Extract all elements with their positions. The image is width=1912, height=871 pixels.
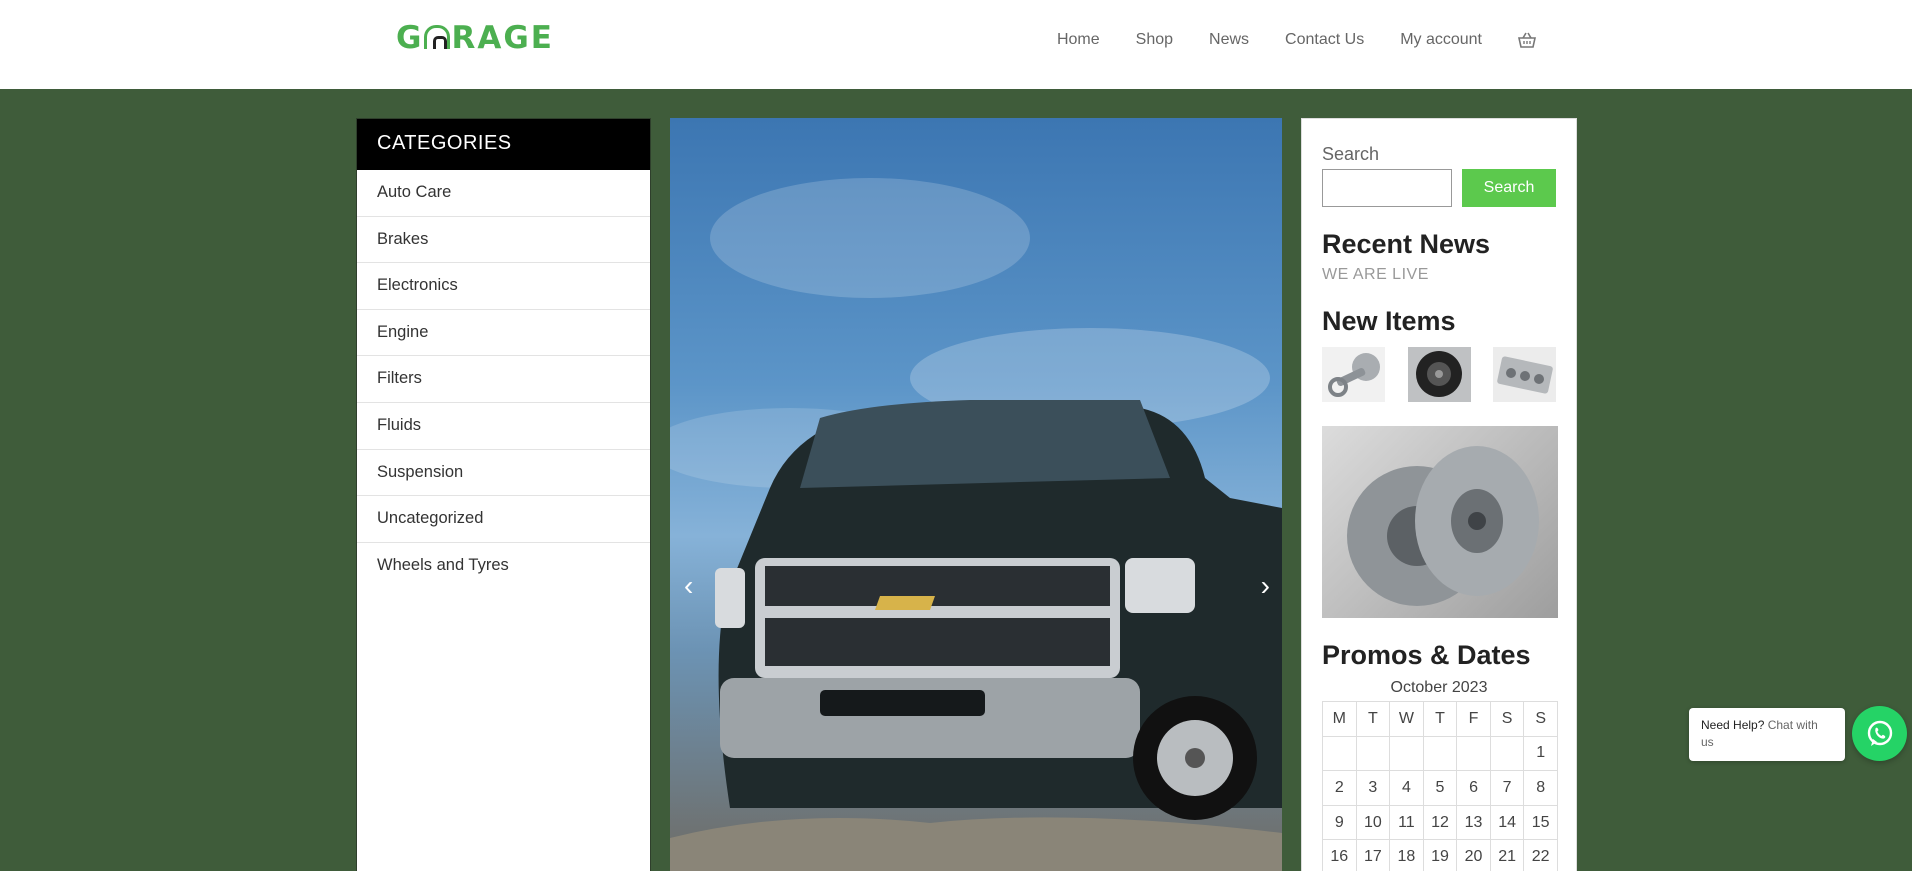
calendar-body: 1 2 3 4 5 6 7 8 9 10 11 12 13 14 15 16 17 18 19 20 21 22 (1322, 735, 1558, 871)
right-sidebar: Search Search Recent News WE ARE LIVE Ne… (1301, 118, 1577, 871)
weekday-header: T (1355, 701, 1391, 737)
calendar-day-cell[interactable]: 5 (1422, 770, 1458, 806)
calendar-day-cell[interactable] (1456, 735, 1491, 772)
calendar-day-cell[interactable]: 12 (1422, 804, 1458, 841)
categories-title: CATEGORIES (357, 119, 650, 170)
category-list: Auto Care Brakes Electronics Engine Filt… (357, 170, 650, 589)
calendar-day-cell[interactable] (1389, 735, 1424, 772)
calendar-day-cell[interactable]: 14 (1489, 804, 1525, 841)
calendar-day-cell[interactable]: 4 (1389, 770, 1424, 806)
site-header: G RAGE Home Shop News Contact Us My accou… (0, 0, 1912, 89)
cylinder-head-thumbnail[interactable] (1493, 347, 1556, 402)
whatsapp-icon[interactable] (1852, 706, 1907, 761)
calendar-week-row: 1 (1322, 735, 1558, 772)
garage-door-icon (424, 25, 451, 49)
weekday-header: F (1456, 701, 1491, 737)
calendar-day-cell[interactable]: 11 (1389, 804, 1424, 841)
category-suspension[interactable]: Suspension (357, 450, 650, 497)
chevron-right-icon[interactable]: › (1261, 570, 1270, 602)
calendar-day-cell[interactable]: 10 (1355, 804, 1391, 841)
piston-thumbnail[interactable] (1322, 347, 1385, 402)
category-uncategorized[interactable]: Uncategorized (357, 496, 650, 543)
nav-my-account[interactable]: My account (1400, 31, 1482, 49)
site-logo[interactable]: G RAGE (396, 20, 554, 56)
calendar-day-cell[interactable]: 1 (1523, 735, 1558, 772)
nav-contact-us[interactable]: Contact Us (1285, 31, 1364, 49)
search-button[interactable]: Search (1462, 169, 1556, 207)
calendar-day-cell[interactable]: 20 (1456, 839, 1491, 871)
chat-help-bold: Need Help? (1701, 718, 1765, 732)
nav-news[interactable]: News (1209, 31, 1249, 49)
search-form: Search (1322, 169, 1556, 207)
calendar-day-cell[interactable]: 17 (1355, 839, 1391, 871)
calendar-day-cell[interactable]: 8 (1523, 770, 1558, 806)
tire-thumbnail[interactable] (1407, 347, 1471, 402)
weekday-header: M (1322, 701, 1357, 737)
calendar-week-row: 16 17 18 19 20 21 22 (1322, 839, 1558, 871)
calendar-day-cell[interactable]: 16 (1322, 839, 1357, 871)
category-fluids[interactable]: Fluids (357, 403, 650, 450)
calendar-week-row: 9 10 11 12 13 14 15 (1322, 804, 1558, 841)
basket-icon[interactable] (1518, 32, 1536, 48)
calendar-day-cell[interactable] (1322, 735, 1357, 772)
calendar-day-cell[interactable]: 19 (1422, 839, 1458, 871)
calendar-day-cell[interactable] (1355, 735, 1391, 772)
calendar-day-cell[interactable]: 2 (1322, 770, 1357, 806)
calendar-day-cell[interactable]: 3 (1355, 770, 1391, 806)
brake-discs-promo-image[interactable] (1322, 426, 1558, 618)
hero-slider: ‹ › (670, 118, 1282, 871)
weekday-header: W (1389, 701, 1424, 737)
calendar-week-row: 2345678 (1322, 770, 1558, 806)
chat-help-bubble[interactable]: Need Help? Chat with us (1689, 708, 1845, 761)
calendar-day-cell[interactable]: 9 (1322, 804, 1357, 841)
search-label: Search (1322, 144, 1380, 164)
chevron-left-icon[interactable]: ‹ (684, 570, 693, 602)
weekday-header: T (1422, 701, 1458, 737)
nav-shop[interactable]: Shop (1136, 31, 1173, 49)
category-auto-care[interactable]: Auto Care (357, 170, 650, 217)
search-input[interactable] (1322, 169, 1452, 207)
category-brakes[interactable]: Brakes (357, 217, 650, 264)
promos-title: Promos & Dates (1322, 640, 1531, 670)
calendar-day-cell[interactable] (1422, 735, 1458, 772)
calendar-caption: October 2023 (1390, 679, 1488, 696)
calendar-day-cell[interactable]: 18 (1389, 839, 1424, 871)
calendar-day-cell[interactable]: 13 (1456, 804, 1491, 841)
category-engine[interactable]: Engine (357, 310, 650, 357)
category-electronics[interactable]: Electronics (357, 263, 650, 310)
calendar-day-cell[interactable]: 7 (1489, 770, 1525, 806)
weekday-header: S (1523, 701, 1558, 737)
calendar-day-cell[interactable]: 6 (1456, 770, 1491, 806)
category-wheels-and-tyres[interactable]: Wheels and Tyres (357, 543, 650, 590)
pickup-truck-image (670, 178, 1282, 871)
categories-panel: CATEGORIES Auto Care Brakes Electronics … (356, 118, 651, 871)
calendar: M T W T F S S 1 2 3 4 5 6 7 8 9 10 11 12 13 14 15 16 17 1… (1322, 701, 1558, 871)
calendar-day-cell[interactable] (1489, 735, 1525, 772)
recent-news-title: Recent News (1322, 229, 1491, 259)
main-nav: Home Shop News Contact Us My account (1057, 31, 1536, 49)
new-items-thumbnails (1322, 347, 1556, 402)
calendar-day-cell[interactable]: 15 (1523, 804, 1558, 841)
news-item-link[interactable]: WE ARE LIVE (1322, 266, 1556, 284)
weekday-header: S (1489, 701, 1525, 737)
category-filters[interactable]: Filters (357, 356, 650, 403)
new-items-title: New Items (1322, 306, 1456, 336)
calendar-day-cell[interactable]: 22 (1523, 839, 1558, 871)
nav-home[interactable]: Home (1057, 31, 1100, 49)
calendar-day-cell[interactable]: 21 (1489, 839, 1525, 871)
